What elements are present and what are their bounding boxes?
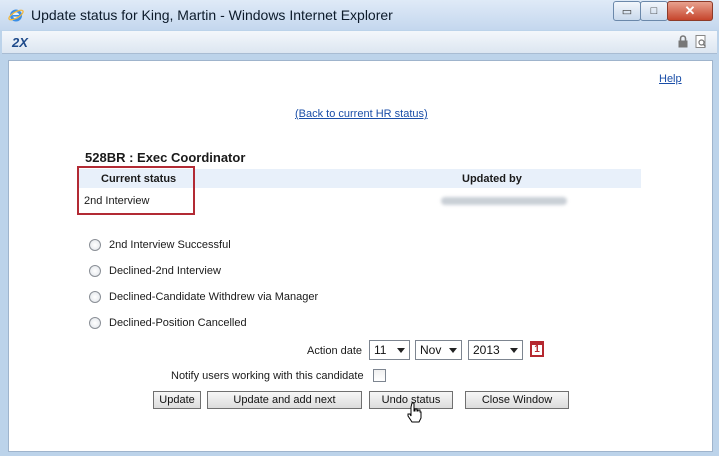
security-icons (677, 35, 707, 48)
radio-button[interactable] (89, 265, 101, 277)
option-row[interactable]: Declined-Position Cancelled (89, 317, 247, 329)
highlight-box (77, 166, 195, 215)
close-window-button[interactable]: Close Window (465, 391, 569, 409)
day-value: 11 (374, 343, 387, 357)
chevron-down-icon (510, 348, 518, 353)
maximize-button[interactable]: □ (640, 1, 668, 21)
update-and-add-next-button[interactable]: Update and add next (207, 391, 362, 409)
notify-label: Notify users working with this candidate (171, 370, 364, 382)
lock-icon[interactable] (677, 35, 689, 48)
calendar-icon[interactable]: 1 (530, 341, 544, 357)
option-row[interactable]: 2nd Interview Successful (89, 239, 231, 251)
redacted-updated-by (441, 197, 567, 205)
option-label: Declined-Candidate Withdrew via Manager (109, 291, 319, 303)
updated-by-header: Updated by (462, 173, 522, 185)
day-select[interactable]: 11 (369, 340, 410, 360)
title-bar: Update status for King, Martin - Windows… (0, 0, 719, 30)
minimize-button[interactable]: ▭ (613, 1, 641, 21)
browser-window: Update status for King, Martin - Windows… (0, 0, 719, 456)
internet-explorer-icon (8, 9, 24, 22)
update-button[interactable]: Update (153, 391, 201, 409)
notify-checkbox[interactable] (373, 369, 386, 382)
page-report-icon[interactable] (695, 35, 707, 48)
2x-logo: 2X (12, 35, 28, 50)
action-date-label: Action date (307, 345, 363, 357)
chevron-down-icon (449, 348, 457, 353)
option-label: Declined-2nd Interview (109, 265, 221, 277)
radio-button[interactable] (89, 239, 101, 251)
close-window-button[interactable]: ✕ (667, 1, 713, 21)
job-title: 528BR : Exec Coordinator (85, 150, 246, 165)
option-label: Declined-Position Cancelled (109, 317, 247, 329)
back-to-current-status-link[interactable]: (Back to current HR status) (295, 108, 428, 120)
option-row[interactable]: Declined-2nd Interview (89, 265, 221, 277)
chevron-down-icon (397, 348, 405, 353)
month-select[interactable]: Nov (415, 340, 462, 360)
option-label: 2nd Interview Successful (109, 239, 231, 251)
radio-button[interactable] (89, 291, 101, 303)
address-bar: 2X (2, 31, 717, 54)
year-select[interactable]: 2013 (468, 340, 523, 360)
help-link[interactable]: Help (659, 73, 682, 85)
year-value: 2013 (473, 343, 500, 357)
option-row[interactable]: Declined-Candidate Withdrew via Manager (89, 291, 318, 303)
window-controls: ▭ □ ✕ (613, 1, 713, 21)
window-title: Update status for King, Martin - Windows… (31, 7, 393, 23)
radio-button[interactable] (89, 317, 101, 329)
hand-cursor-icon (407, 402, 422, 423)
month-value: Nov (420, 343, 442, 357)
page-content: Help (Back to current HR status) 528BR :… (8, 60, 713, 452)
